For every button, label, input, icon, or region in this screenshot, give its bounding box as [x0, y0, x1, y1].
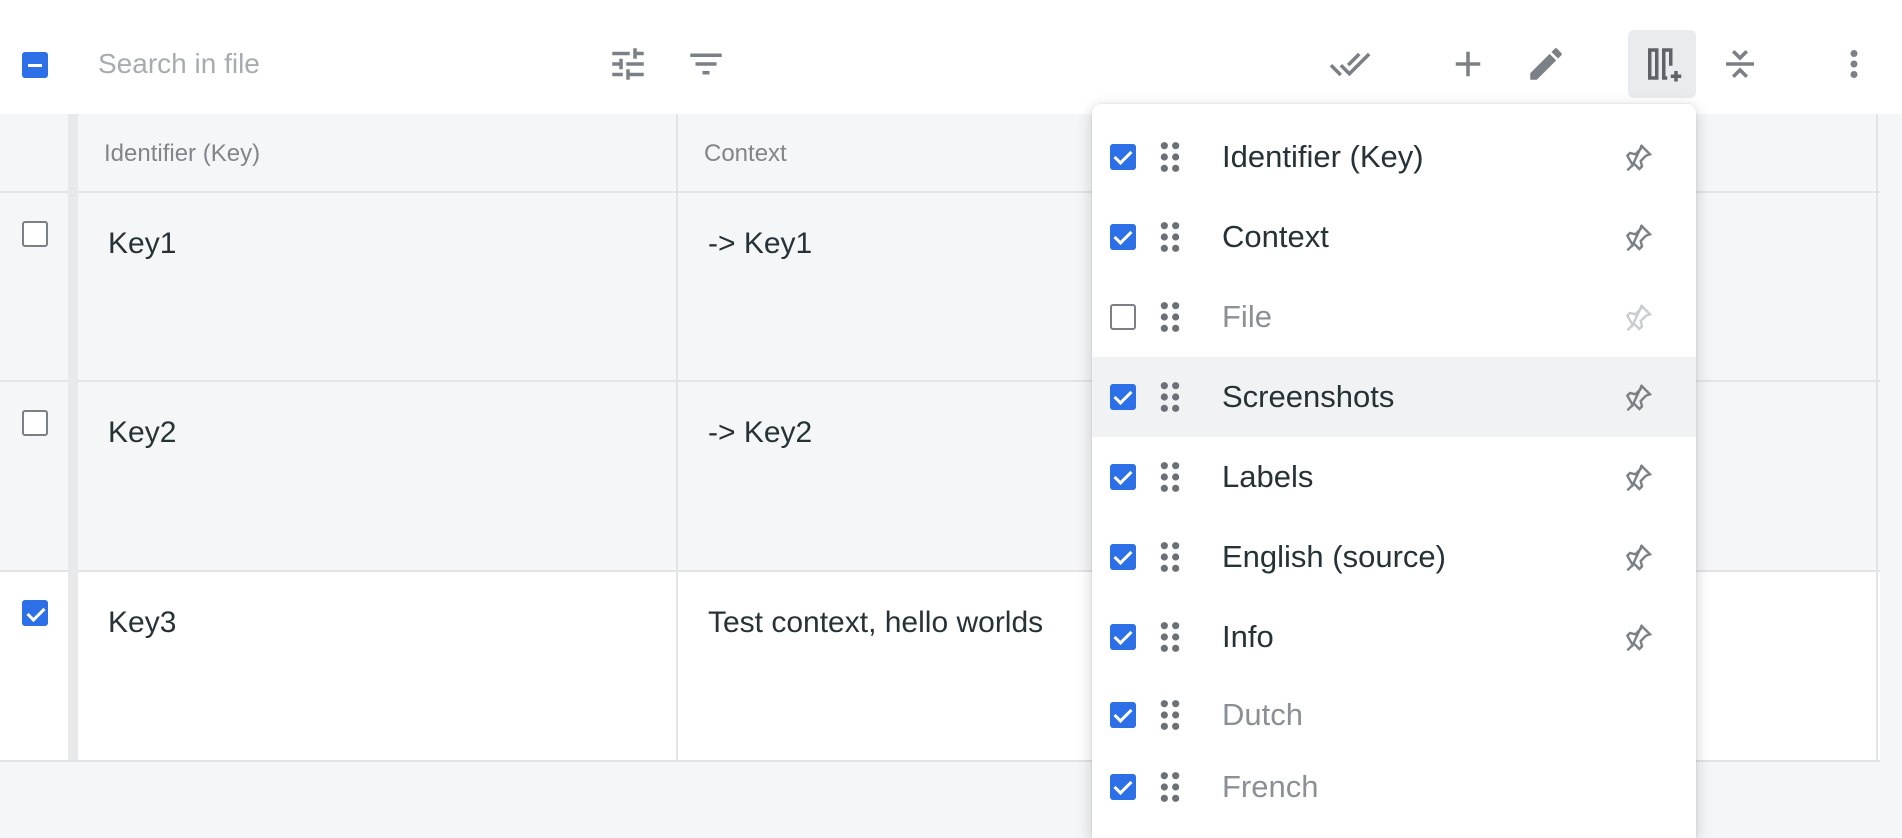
- collapse-rows-icon: [1726, 50, 1754, 78]
- drag-handle-icon[interactable]: [1158, 380, 1182, 414]
- toolbar: [0, 18, 1902, 114]
- search-input[interactable]: [98, 42, 528, 86]
- more-vert-icon: [1850, 50, 1858, 78]
- column-label: Labels: [1222, 459, 1314, 494]
- column-option-file[interactable]: File: [1092, 277, 1696, 357]
- row-checkbox[interactable]: [22, 410, 48, 436]
- drag-handle-icon[interactable]: [1158, 698, 1182, 732]
- column-option-dutch[interactable]: Dutch: [1092, 675, 1696, 755]
- context-cell[interactable]: Test context, hello worlds: [708, 606, 1043, 640]
- add-button[interactable]: [1434, 30, 1502, 98]
- key-cell[interactable]: Key2: [108, 416, 176, 450]
- column-settings-button[interactable]: [1628, 30, 1696, 98]
- pin-icon[interactable]: [1622, 541, 1654, 573]
- done-all-icon: [1329, 52, 1371, 77]
- column-checkbox[interactable]: [1110, 144, 1136, 170]
- key-cell[interactable]: Key3: [108, 606, 176, 640]
- column-option-english-source[interactable]: English (source): [1092, 517, 1696, 597]
- tune-button[interactable]: [594, 30, 662, 98]
- column-checkbox[interactable]: [1110, 774, 1136, 800]
- pin-icon[interactable]: [1622, 461, 1654, 493]
- mark-all-done-button[interactable]: [1316, 30, 1384, 98]
- add-icon: [1455, 51, 1481, 77]
- row-checkbox[interactable]: [22, 221, 48, 247]
- drag-handle-icon[interactable]: [1158, 220, 1182, 254]
- filter-icon: [690, 53, 722, 75]
- column-checkbox[interactable]: [1110, 702, 1136, 728]
- drag-handle-icon[interactable]: [1158, 460, 1182, 494]
- header-context[interactable]: Context: [704, 140, 787, 168]
- drag-handle-icon[interactable]: [1158, 300, 1182, 334]
- column-label: Context: [1222, 219, 1329, 254]
- column-divider: [676, 114, 678, 760]
- column-option-context[interactable]: Context: [1092, 197, 1696, 277]
- column-checkbox[interactable]: [1110, 464, 1136, 490]
- drag-handle-icon[interactable]: [1158, 540, 1182, 574]
- column-option-french[interactable]: French: [1092, 747, 1696, 827]
- pin-icon[interactable]: [1622, 141, 1654, 173]
- context-cell[interactable]: -> Key2: [708, 416, 812, 450]
- column-checkbox[interactable]: [1110, 224, 1136, 250]
- context-cell[interactable]: -> Key1: [708, 227, 812, 261]
- pin-icon[interactable]: [1622, 621, 1654, 653]
- collapse-rows-button[interactable]: [1706, 30, 1774, 98]
- column-label: Dutch: [1222, 697, 1303, 732]
- key-cell[interactable]: Key1: [108, 227, 176, 261]
- column-checkbox[interactable]: [1110, 544, 1136, 570]
- column-label: French: [1222, 769, 1319, 804]
- column-divider: [1876, 114, 1878, 760]
- more-options-button[interactable]: [1820, 30, 1888, 98]
- drag-handle-icon[interactable]: [1158, 620, 1182, 654]
- column-option-identifier[interactable]: Identifier (Key): [1092, 117, 1696, 197]
- column-checkbox[interactable]: [1110, 384, 1136, 410]
- tune-icon: [612, 48, 644, 80]
- column-option-labels[interactable]: Labels: [1092, 437, 1696, 517]
- pin-icon[interactable]: [1622, 301, 1654, 333]
- column-option-screenshots[interactable]: Screenshots: [1092, 357, 1696, 437]
- column-label: Info: [1222, 619, 1274, 654]
- add-column-icon: [1648, 48, 1682, 82]
- top-bar-shadow: [0, 0, 1902, 18]
- column-label: Identifier (Key): [1222, 139, 1424, 174]
- column-label: English (source): [1222, 539, 1446, 574]
- edit-button[interactable]: [1512, 30, 1580, 98]
- pin-icon[interactable]: [1622, 381, 1654, 413]
- filter-button[interactable]: [672, 30, 740, 98]
- row-indicator-bar: [68, 114, 78, 760]
- column-checkbox[interactable]: [1110, 624, 1136, 650]
- pin-icon[interactable]: [1622, 221, 1654, 253]
- edit-icon: [1530, 48, 1562, 80]
- drag-handle-icon[interactable]: [1158, 140, 1182, 174]
- column-checkbox[interactable]: [1110, 304, 1136, 330]
- column-visibility-menu: Identifier (Key) Context File Screenshot…: [1092, 104, 1696, 838]
- header-identifier[interactable]: Identifier (Key): [104, 140, 260, 168]
- column-label: Screenshots: [1222, 379, 1395, 414]
- column-label: File: [1222, 299, 1272, 334]
- column-option-info[interactable]: Info: [1092, 597, 1696, 677]
- select-all-checkbox[interactable]: [22, 52, 48, 78]
- drag-handle-icon[interactable]: [1158, 770, 1182, 804]
- row-checkbox[interactable]: [22, 600, 48, 626]
